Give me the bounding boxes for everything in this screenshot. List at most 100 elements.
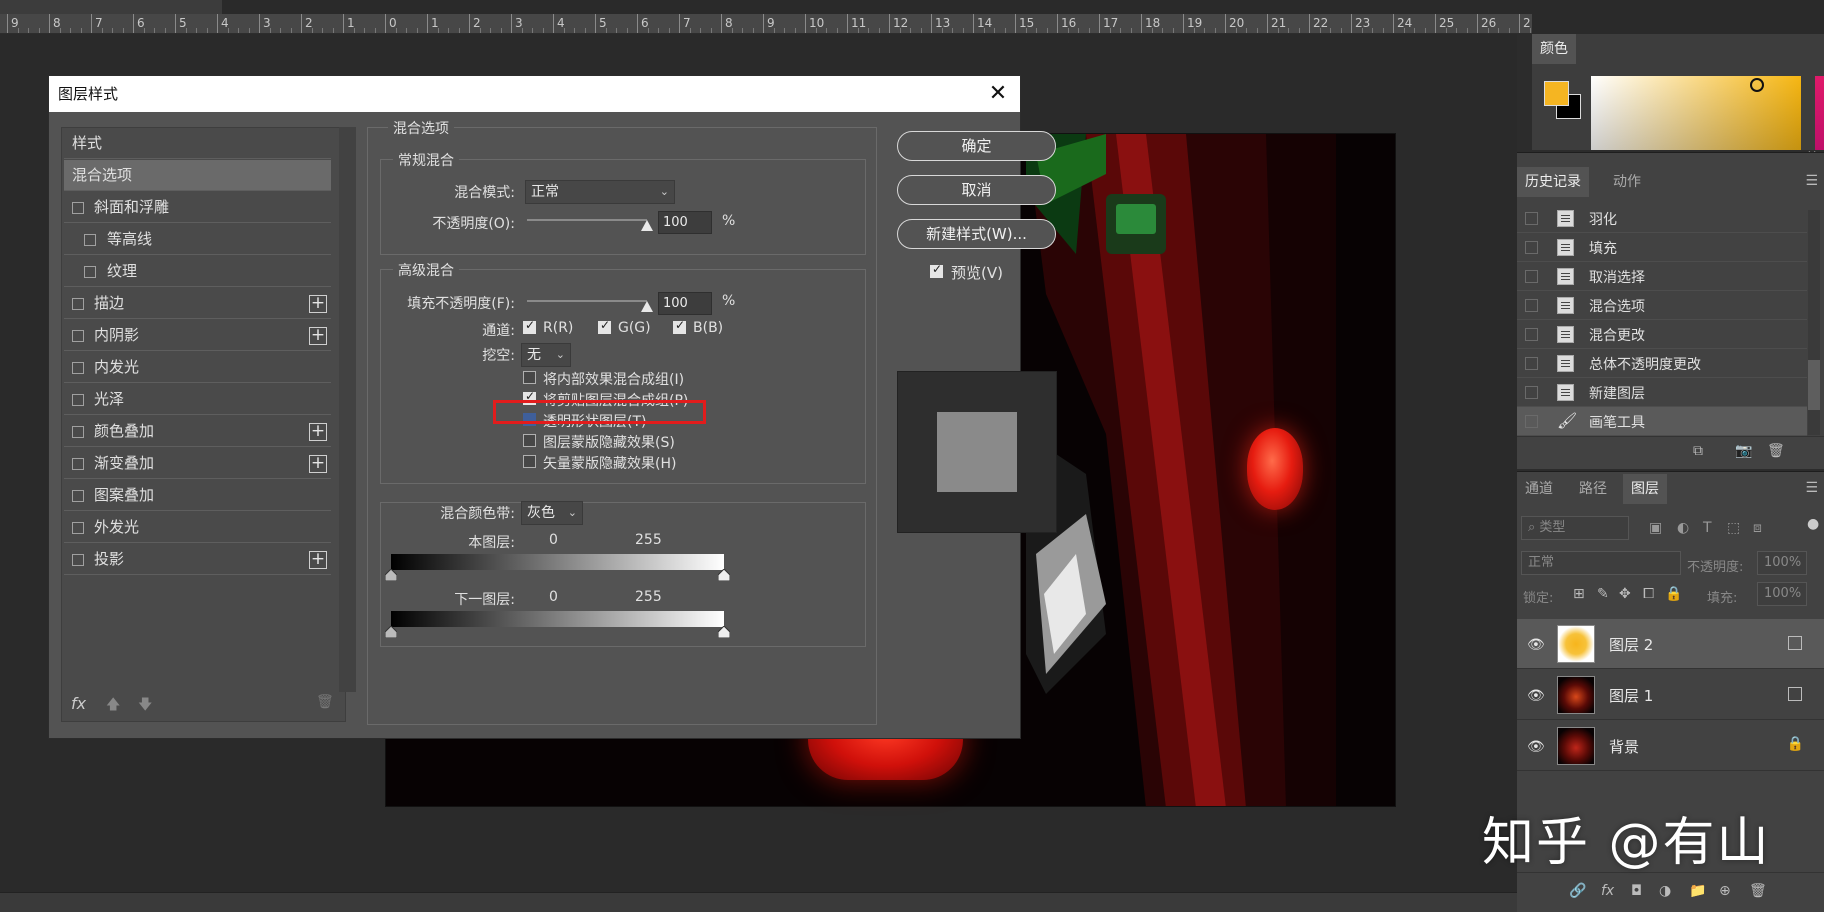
new-group-icon[interactable]: 📁	[1689, 883, 1706, 899]
layer-name[interactable]: 图层 1	[1609, 685, 1653, 706]
opacity-input[interactable]: 100	[658, 211, 712, 234]
texture-checkbox[interactable]	[84, 266, 96, 278]
style-item-inner-glow[interactable]: 内发光	[64, 352, 331, 383]
tab-channels[interactable]: 通道	[1517, 474, 1561, 504]
blend-if-dropdown[interactable]: 灰色 ⌄	[521, 501, 583, 525]
history-item[interactable]: 取消选择	[1517, 262, 1807, 291]
this-layer-white-handle[interactable]	[718, 569, 730, 581]
color-picker-field[interactable]	[1591, 76, 1801, 150]
lock-paint-icon[interactable]: ✎	[1597, 586, 1609, 602]
gradient-overlay-checkbox[interactable]	[72, 458, 84, 470]
style-item-blending-options[interactable]: 混合选项	[64, 160, 331, 191]
add-stroke-icon[interactable]: +	[309, 295, 327, 313]
link-layers-icon[interactable]: 🔗	[1569, 883, 1586, 899]
blend-mode-dropdown[interactable]: 正常 ⌄	[525, 180, 675, 204]
style-item-color-overlay[interactable]: 颜色叠加 +	[64, 416, 331, 447]
add-gradient-overlay-icon[interactable]: +	[309, 455, 327, 473]
shape-filter-icon[interactable]: ⬚	[1727, 520, 1740, 536]
eye-icon[interactable]: 👁	[1527, 739, 1545, 755]
tab-actions[interactable]: 动作	[1605, 167, 1649, 197]
pixel-filter-icon[interactable]: ▣	[1649, 520, 1662, 536]
inner-glow-checkbox[interactable]	[72, 362, 84, 374]
layer-row[interactable]: 👁 背景 🔒	[1517, 721, 1824, 771]
drop-shadow-checkbox[interactable]	[72, 554, 84, 566]
layer-name[interactable]: 图层 2	[1609, 634, 1653, 655]
style-list-header[interactable]: 样式	[64, 128, 331, 159]
move-up-icon[interactable]: 🡅	[106, 694, 120, 718]
layer-row[interactable]: 👁 图层 2	[1517, 619, 1824, 669]
channel-b-checkbox[interactable]	[673, 318, 686, 334]
ok-button[interactable]: 确定	[897, 131, 1056, 161]
add-inner-shadow-icon[interactable]: +	[309, 327, 327, 345]
adjustment-filter-icon[interactable]: ◐	[1677, 520, 1689, 536]
cancel-button[interactable]: 取消	[897, 175, 1056, 205]
style-item-satin[interactable]: 光泽	[64, 384, 331, 415]
fill-opacity-slider[interactable]	[527, 300, 647, 302]
layer-mask-hides-checkbox[interactable]	[523, 434, 536, 447]
trash-icon[interactable]: 🗑	[316, 694, 334, 710]
hue-slider[interactable]	[1815, 76, 1824, 150]
layer-row[interactable]: 👁 图层 1	[1517, 670, 1824, 720]
style-item-inner-shadow[interactable]: 内阴影 +	[64, 320, 331, 351]
satin-checkbox[interactable]	[72, 394, 84, 406]
close-icon[interactable]: ✕	[984, 80, 1012, 108]
history-snapshot-checkbox[interactable]	[1525, 357, 1538, 370]
tab-color[interactable]: 颜色	[1532, 34, 1576, 64]
style-item-stroke[interactable]: 描边 +	[64, 288, 331, 319]
history-item[interactable]: 混合更改	[1517, 320, 1807, 349]
history-scroll-thumb[interactable]	[1808, 360, 1820, 410]
history-item-current[interactable]: 🖌 画笔工具	[1517, 407, 1807, 436]
history-snapshot-checkbox[interactable]	[1525, 212, 1538, 225]
eye-icon[interactable]: 👁	[1527, 688, 1545, 704]
opacity-slider[interactable]	[527, 219, 647, 221]
stroke-checkbox[interactable]	[72, 298, 84, 310]
style-item-pattern-overlay[interactable]: 图案叠加	[64, 480, 331, 511]
color-picker-cursor[interactable]	[1750, 78, 1764, 92]
lock-position-icon[interactable]: ✥	[1619, 586, 1631, 602]
fill-opacity-slider-thumb[interactable]	[641, 301, 653, 312]
lock-transparent-icon[interactable]: ⊞	[1573, 586, 1585, 602]
fx-icon[interactable]: fx	[71, 694, 86, 713]
lock-all-icon[interactable]: 🔒	[1665, 586, 1682, 602]
history-snapshot-checkbox[interactable]	[1525, 328, 1538, 341]
move-down-icon[interactable]: 🡇	[138, 694, 152, 718]
this-layer-black-handle[interactable]	[385, 569, 397, 581]
layer-opacity-input[interactable]: 100%	[1757, 551, 1807, 575]
contour-checkbox[interactable]	[84, 234, 96, 246]
blend-interior-checkbox[interactable]	[523, 371, 536, 384]
history-snapshot-checkbox[interactable]	[1525, 241, 1538, 254]
layer-filter-dropdown[interactable]: ⌕ 类型	[1521, 516, 1629, 540]
foreground-color-swatch-top[interactable]	[1544, 81, 1569, 106]
type-filter-icon[interactable]: T	[1703, 520, 1712, 536]
trash-icon[interactable]: 🗑	[1767, 443, 1785, 459]
style-item-contour[interactable]: 等高线	[64, 224, 331, 255]
new-document-from-state-icon[interactable]: ⧉	[1693, 443, 1703, 459]
style-item-outer-glow[interactable]: 外发光	[64, 512, 331, 543]
trash-icon[interactable]: 🗑	[1749, 883, 1767, 899]
add-color-overlay-icon[interactable]: +	[309, 423, 327, 441]
new-layer-icon[interactable]: ⊕	[1719, 883, 1731, 899]
color-overlay-checkbox[interactable]	[72, 426, 84, 438]
tab-paths[interactable]: 路径	[1571, 474, 1615, 504]
lock-artboard-icon[interactable]: ⧠	[1643, 586, 1654, 602]
fill-opacity-input[interactable]: 100	[658, 292, 712, 315]
history-item[interactable]: 新建图层	[1517, 378, 1807, 407]
history-item[interactable]: 填充	[1517, 233, 1807, 262]
style-item-texture[interactable]: 纹理	[64, 256, 331, 287]
pattern-overlay-checkbox[interactable]	[72, 490, 84, 502]
new-style-button[interactable]: 新建样式(W)...	[897, 219, 1056, 249]
channel-g-checkbox[interactable]	[598, 318, 611, 334]
style-item-bevel-emboss[interactable]: 斜面和浮雕	[64, 192, 331, 223]
vector-mask-hides-checkbox[interactable]	[523, 455, 536, 468]
camera-icon[interactable]: 📷	[1735, 443, 1752, 459]
layer-blend-mode-dropdown[interactable]: 正常	[1521, 551, 1681, 575]
history-item[interactable]: 羽化	[1517, 204, 1807, 233]
opacity-slider-thumb[interactable]	[641, 220, 653, 231]
style-item-drop-shadow[interactable]: 投影 +	[64, 544, 331, 575]
layer-fill-input[interactable]: 100%	[1757, 582, 1807, 606]
history-item[interactable]: 混合选项	[1517, 291, 1807, 320]
history-snapshot-checkbox[interactable]	[1525, 415, 1538, 428]
style-list-scrollbar[interactable]	[339, 127, 356, 692]
outer-glow-checkbox[interactable]	[72, 522, 84, 534]
filter-toggle-icon[interactable]: ●	[1807, 516, 1819, 532]
